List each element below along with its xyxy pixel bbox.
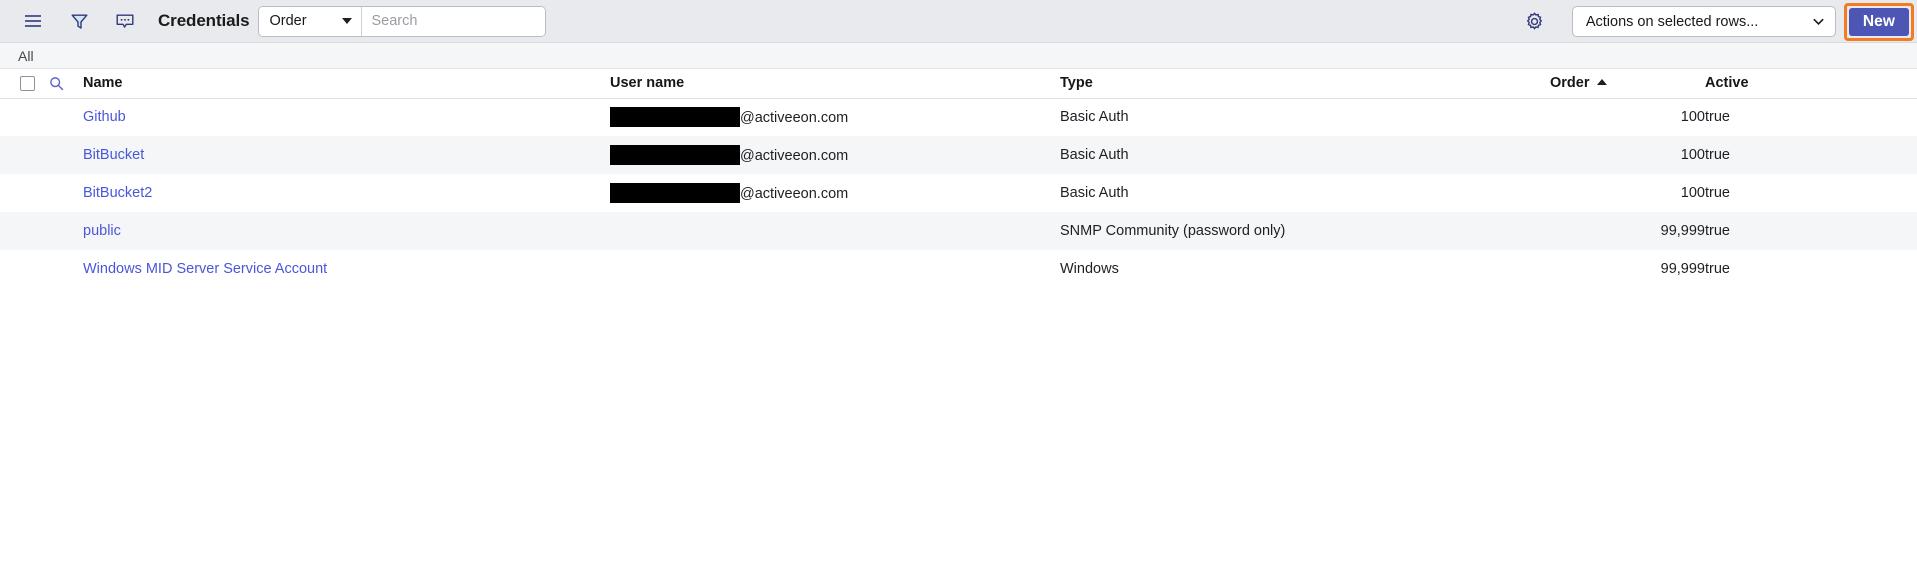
row-select-cell[interactable] bbox=[0, 98, 46, 136]
cell-type: Windows bbox=[1060, 250, 1550, 288]
cell-active: true bbox=[1705, 174, 1917, 212]
column-header-user-name[interactable]: User name bbox=[610, 69, 1060, 99]
redacted-username-bar bbox=[610, 183, 740, 203]
redacted-username-bar bbox=[610, 145, 740, 165]
cell-user-name: @activeeon.com bbox=[610, 98, 1060, 136]
cell-user-name bbox=[610, 250, 1060, 288]
username-domain: @activeeon.com bbox=[740, 186, 849, 202]
username-domain: @activeeon.com bbox=[740, 110, 849, 127]
cell-type: Basic Auth bbox=[1060, 136, 1550, 174]
cell-active: true bbox=[1705, 250, 1917, 288]
cell-user-name bbox=[610, 212, 1060, 250]
column-header-active[interactable]: Active bbox=[1705, 69, 1917, 99]
toolbar-right-group: Actions on selected rows... New bbox=[1521, 0, 1917, 43]
page-title: Credentials bbox=[158, 11, 250, 30]
table-row[interactable]: BitBucket2 @activeeon.com Basic Auth 100 tru… bbox=[0, 174, 1917, 212]
cell-active: true bbox=[1705, 212, 1917, 250]
row-spacer-cell bbox=[46, 250, 83, 288]
cell-type: Basic Auth bbox=[1060, 174, 1550, 212]
search-group: Order bbox=[257, 5, 546, 37]
credential-link[interactable]: public bbox=[83, 223, 121, 239]
table-body: Github @activeeon.com Basic Auth 100 true Bit… bbox=[0, 98, 1917, 288]
cell-user-name: @activeeon.com bbox=[610, 136, 1060, 174]
new-button-highlight: New bbox=[1843, 2, 1914, 41]
table-row[interactable]: BitBucket @activeeon.com Basic Auth 100 true bbox=[0, 136, 1917, 174]
cell-type: SNMP Community (password only) bbox=[1060, 212, 1550, 250]
cell-order: 100 bbox=[1550, 136, 1705, 174]
cell-active: true bbox=[1705, 136, 1917, 174]
order-select[interactable]: Order bbox=[258, 6, 362, 36]
row-select-cell[interactable] bbox=[0, 174, 46, 212]
cell-name: Windows MID Server Service Account bbox=[83, 250, 610, 288]
cell-active: true bbox=[1705, 98, 1917, 136]
column-header-name[interactable]: Name bbox=[83, 69, 610, 99]
table-header-row: Name User name Type Order Active bbox=[0, 69, 1917, 99]
credential-link[interactable]: BitBucket bbox=[83, 147, 144, 163]
search-input[interactable] bbox=[361, 6, 545, 36]
cell-name: BitBucket2 bbox=[83, 174, 610, 212]
cell-name: BitBucket bbox=[83, 136, 610, 174]
column-search-header bbox=[46, 69, 83, 99]
breadcrumb: All bbox=[0, 43, 1917, 69]
table-row[interactable]: Github @activeeon.com Basic Auth 100 true bbox=[0, 98, 1917, 136]
new-button[interactable]: New bbox=[1848, 7, 1909, 36]
row-spacer-cell bbox=[46, 174, 83, 212]
cell-order: 99,999 bbox=[1550, 212, 1705, 250]
cell-name: public bbox=[83, 212, 610, 250]
comment-bubble-icon[interactable] bbox=[110, 6, 140, 36]
cell-order: 100 bbox=[1550, 174, 1705, 212]
actions-on-selected-rows-select[interactable]: Actions on selected rows... bbox=[1571, 6, 1836, 37]
row-select-cell[interactable] bbox=[0, 212, 46, 250]
username-domain: @activeeon.com bbox=[740, 148, 849, 164]
credential-link[interactable]: Windows MID Server Service Account bbox=[83, 261, 327, 277]
search-icon[interactable] bbox=[49, 76, 64, 91]
hamburger-menu-icon[interactable] bbox=[18, 6, 48, 36]
cell-user-name: @activeeon.com bbox=[610, 174, 1060, 212]
breadcrumb-item-all[interactable]: All bbox=[18, 48, 34, 64]
column-header-order-label: Order bbox=[1550, 75, 1590, 92]
top-toolbar: Credentials Order Actions on selected ro… bbox=[0, 0, 1917, 43]
cell-type: Basic Auth bbox=[1060, 98, 1550, 136]
row-spacer-cell bbox=[46, 136, 83, 174]
cell-name: Github bbox=[83, 98, 610, 136]
empty-table-area bbox=[0, 288, 1917, 520]
chevron-down-icon bbox=[1813, 18, 1824, 26]
credential-link[interactable]: BitBucket2 bbox=[83, 185, 152, 201]
actions-select-value: Actions on selected rows... bbox=[1585, 13, 1759, 30]
order-select-value: Order bbox=[269, 13, 307, 29]
gear-icon[interactable] bbox=[1521, 8, 1549, 36]
row-spacer-cell bbox=[46, 212, 83, 250]
select-all-header bbox=[0, 69, 46, 99]
caret-down-icon bbox=[341, 18, 352, 24]
row-select-cell[interactable] bbox=[0, 136, 46, 174]
cell-order: 100 bbox=[1550, 98, 1705, 136]
select-all-checkbox[interactable] bbox=[20, 75, 35, 91]
column-header-order[interactable]: Order bbox=[1550, 69, 1705, 99]
redacted-username-bar bbox=[610, 107, 740, 128]
table-row[interactable]: Windows MID Server Service Account Window… bbox=[0, 250, 1917, 288]
table-row[interactable]: public SNMP Community (password only) 99,9… bbox=[0, 212, 1917, 250]
credentials-table: Name User name Type Order Active Github @… bbox=[0, 69, 1917, 288]
credential-link[interactable]: Github bbox=[83, 109, 126, 125]
filter-funnel-icon[interactable] bbox=[64, 6, 94, 36]
row-select-cell[interactable] bbox=[0, 250, 46, 288]
sort-ascending-icon bbox=[1596, 79, 1607, 86]
cell-order: 99,999 bbox=[1550, 250, 1705, 288]
row-spacer-cell bbox=[46, 98, 83, 136]
column-header-type[interactable]: Type bbox=[1060, 69, 1550, 99]
